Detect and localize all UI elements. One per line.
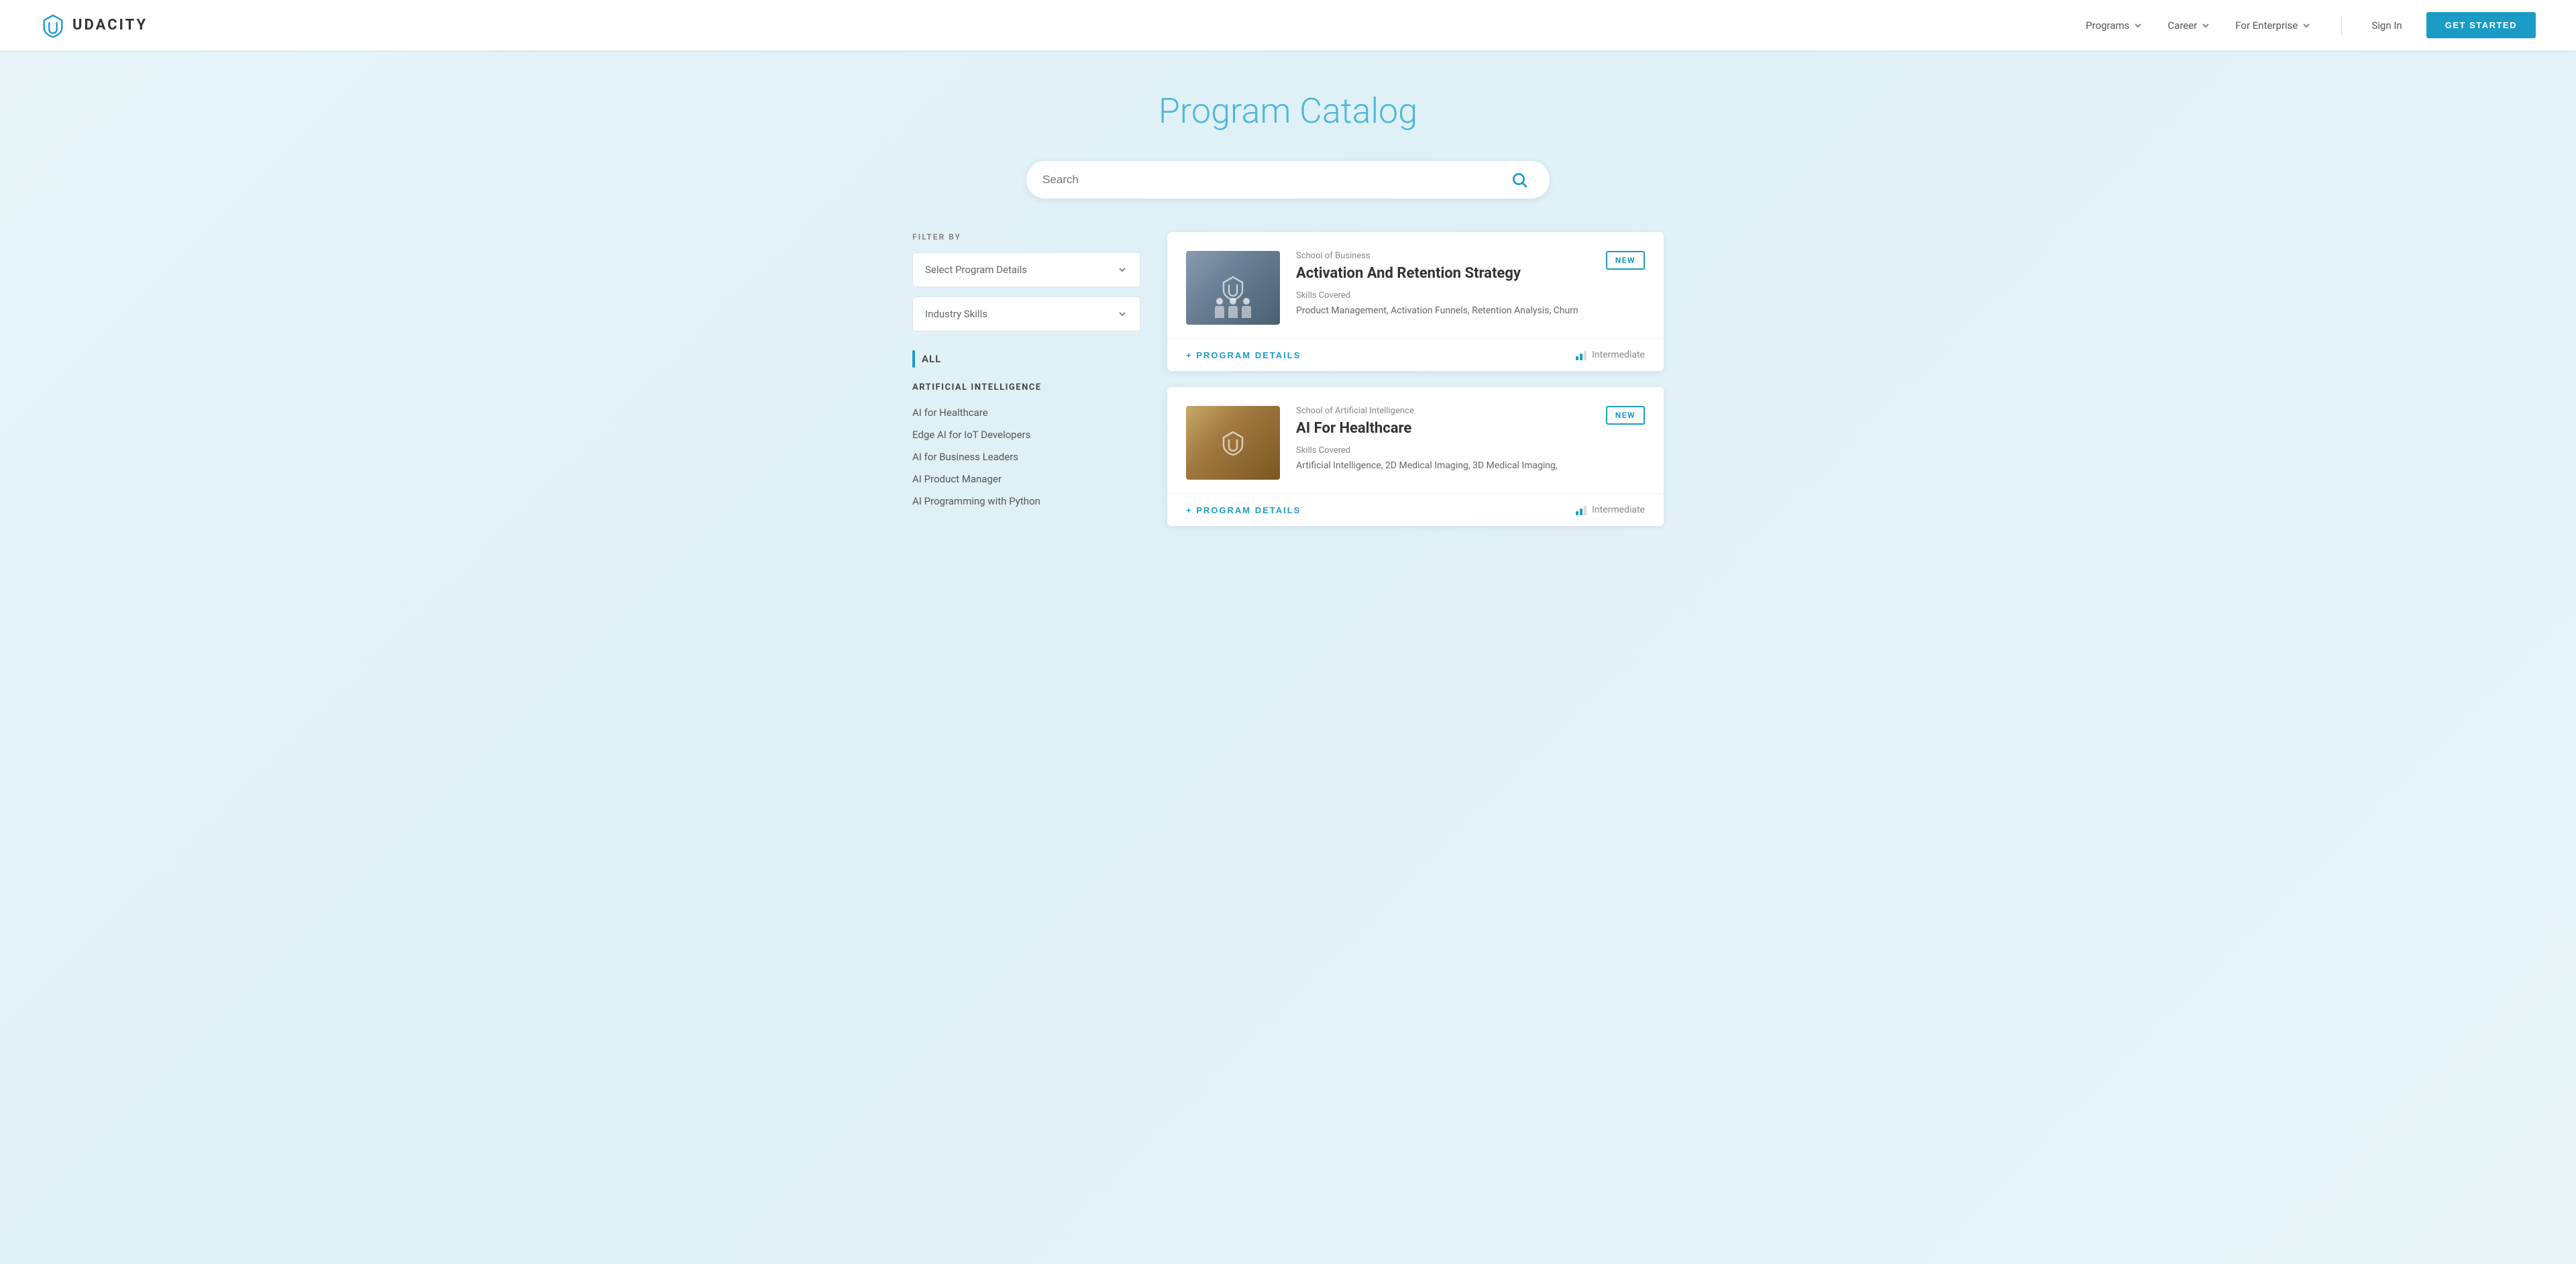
nav-enterprise[interactable]: For Enterprise: [2235, 19, 2312, 32]
all-category-label: ALL: [922, 353, 941, 365]
main-content: Program Catalog FILTER BY Select Program…: [885, 50, 1690, 553]
content-layout: FILTER BY Select Program Details Industr…: [912, 232, 1664, 526]
card-skills-business: Product Management, Activation Funnels, …: [1296, 303, 1590, 318]
program-details-btn-ai[interactable]: + PROGRAM DETAILS: [1186, 505, 1301, 515]
level-bar-1: [1576, 356, 1578, 360]
get-started-button[interactable]: GET STARTED: [2426, 12, 2536, 38]
sidebar-item-ai-healthcare[interactable]: AI for Healthcare: [912, 402, 1140, 424]
card-bottom-ai: + PROGRAM DETAILS Intermediate: [1167, 493, 1664, 526]
sidebar: FILTER BY Select Program Details Industr…: [912, 232, 1140, 513]
level-bar-3-ai: [1584, 506, 1587, 515]
thumbnail-business-bg: [1186, 251, 1280, 325]
industry-skills-chevron-icon: [1117, 309, 1128, 319]
card-info-business: School of Business Activation And Retent…: [1296, 251, 1590, 319]
navbar: UDACITY Programs Career For Enterprise S…: [0, 0, 2576, 50]
card-title-business: Activation And Retention Strategy: [1296, 265, 1590, 282]
thumb-people-decoration: [1215, 298, 1251, 318]
level-bar-2-ai: [1580, 509, 1582, 515]
card-skills-label-business: Skills Covered: [1296, 291, 1590, 301]
program-card-business: School of Business Activation And Retent…: [1167, 232, 1664, 371]
search-button[interactable]: [1505, 166, 1534, 194]
card-badge-business: NEW: [1606, 251, 1645, 270]
card-top-ai: School of Artificial Intelligence AI For…: [1167, 387, 1664, 493]
search-bar: [1026, 161, 1550, 199]
sidebar-item-ai-product-manager[interactable]: AI Product Manager: [912, 468, 1140, 490]
industry-skills-dropdown-label: Industry Skills: [925, 308, 987, 320]
sidebar-item-ai-business[interactable]: AI for Business Leaders: [912, 446, 1140, 468]
sidebar-item-edge-ai[interactable]: Edge AI for IoT Developers: [912, 424, 1140, 446]
search-icon: [1511, 171, 1528, 189]
ai-thumb-logo-icon: [1220, 429, 1246, 456]
all-category-bar: [912, 350, 915, 368]
programs-chevron-icon: [2133, 20, 2143, 31]
card-skills-ai: Artificial Intelligence, 2D Medical Imag…: [1296, 458, 1590, 473]
card-bottom-business: + PROGRAM DETAILS Intermediate: [1167, 338, 1664, 371]
card-level-ai: Intermediate: [1576, 505, 1645, 515]
card-level-label-ai: Intermediate: [1592, 505, 1645, 515]
sidebar-item-ai-python[interactable]: AI Programming with Python: [912, 490, 1140, 513]
sidebar-ai-section: ARTIFICIAL INTELLIGENCE AI for Healthcar…: [912, 382, 1140, 513]
card-badge-ai: NEW: [1606, 406, 1645, 425]
logo-text: UDACITY: [72, 17, 148, 34]
card-top-business: School of Business Activation And Retent…: [1167, 232, 1664, 338]
program-card-ai: School of Artificial Intelligence AI For…: [1167, 387, 1664, 526]
nav-programs[interactable]: Programs: [2086, 19, 2143, 32]
nav-divider: [2341, 16, 2342, 35]
nav-links: Programs Career For Enterprise Sign In G…: [2086, 12, 2536, 38]
card-level-label-business: Intermediate: [1592, 350, 1645, 360]
search-bar-wrapper: [912, 161, 1664, 199]
logo-link[interactable]: UDACITY: [40, 13, 148, 38]
card-school-business: School of Business: [1296, 251, 1590, 261]
search-input[interactable]: [1042, 161, 1505, 199]
signin-link[interactable]: Sign In: [2371, 19, 2402, 32]
card-school-ai: School of Artificial Intelligence: [1296, 406, 1590, 416]
program-details-chevron-icon: [1117, 264, 1128, 275]
career-chevron-icon: [2200, 20, 2211, 31]
card-skills-label-ai: Skills Covered: [1296, 445, 1590, 456]
program-details-dropdown-label: Select Program Details: [925, 264, 1027, 276]
industry-skills-dropdown[interactable]: Industry Skills: [912, 297, 1140, 331]
level-bar-1-ai: [1576, 511, 1578, 515]
level-bar-2: [1580, 354, 1582, 360]
thumbnail-ai-bg: [1186, 406, 1280, 480]
card-thumbnail-business: [1186, 251, 1280, 325]
ai-section-title: ARTIFICIAL INTELLIGENCE: [912, 382, 1140, 392]
program-details-btn-business[interactable]: + PROGRAM DETAILS: [1186, 350, 1301, 360]
page-title: Program Catalog: [912, 91, 1664, 131]
udacity-logo-icon: [40, 13, 66, 38]
cards-column: School of Business Activation And Retent…: [1167, 232, 1664, 526]
enterprise-chevron-icon: [2301, 20, 2312, 31]
card-info-ai: School of Artificial Intelligence AI For…: [1296, 406, 1590, 474]
card-level-business: Intermediate: [1576, 350, 1645, 360]
level-bars-icon: [1576, 350, 1587, 360]
filter-label: FILTER BY: [912, 232, 1140, 242]
nav-career[interactable]: Career: [2167, 19, 2211, 32]
business-thumb-logo-icon: [1220, 274, 1246, 301]
level-bars-icon-ai: [1576, 505, 1587, 515]
card-title-ai: AI For Healthcare: [1296, 420, 1590, 437]
program-details-dropdown[interactable]: Select Program Details: [912, 252, 1140, 287]
card-thumbnail-ai: [1186, 406, 1280, 480]
level-bar-3: [1584, 351, 1587, 360]
all-category[interactable]: ALL: [912, 350, 1140, 368]
